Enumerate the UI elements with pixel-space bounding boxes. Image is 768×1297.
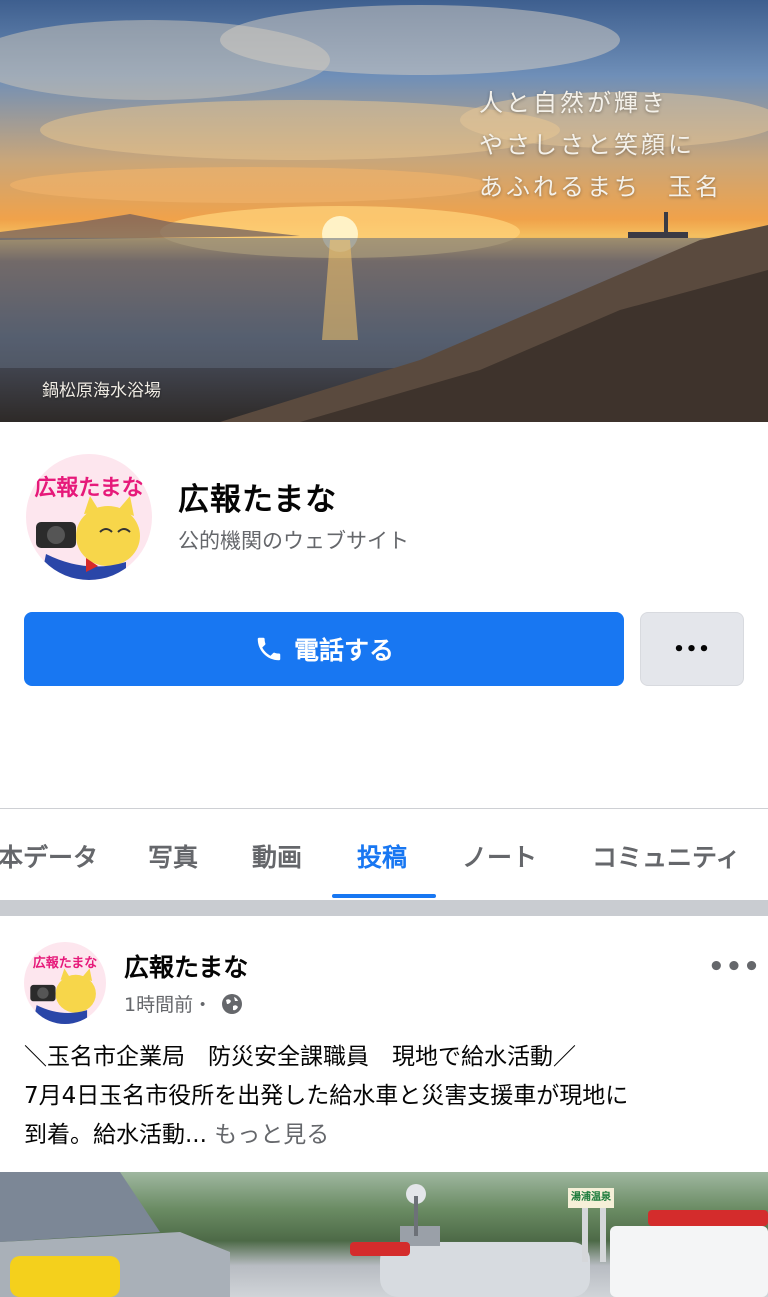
page-tabs: 本データ 写真 動画 投稿 ノート コミュニティ <box>0 810 768 900</box>
phone-icon <box>254 634 284 664</box>
more-options-button[interactable]: ••• <box>640 612 744 686</box>
page-category: 公的機関のウェブサイト <box>178 529 409 553</box>
post-text-line: 到着。給水活動... もっと見る <box>24 1116 744 1155</box>
see-more-link[interactable]: もっと見る <box>214 1122 329 1148</box>
more-icon: ••• <box>673 638 711 660</box>
water-truck-scene <box>0 1172 768 1297</box>
globe-icon <box>220 992 244 1016</box>
sunset-scene <box>0 5 768 422</box>
post-author-name[interactable]: 広報たまな <box>124 948 248 984</box>
slogan-line: やさしさと笑顔に <box>479 131 695 159</box>
post-text-line: 7月4日玉名市役所を出発した給水車と災害支援車が現地に <box>24 1083 629 1109</box>
call-button-label: 電話する <box>293 636 394 665</box>
post-photo[interactable]: 湯浦温泉 <box>0 1172 768 1297</box>
post-time-text: 1時間前・ <box>124 994 213 1016</box>
post-more-icon[interactable]: ••• <box>708 952 761 982</box>
post-text-excerpt: 到着。給水活動... <box>24 1122 207 1148</box>
mascot-icon <box>36 496 140 580</box>
feed-separator <box>0 900 768 916</box>
page-title: 広報たまな <box>178 482 338 518</box>
tab-basic-data[interactable]: 本データ <box>0 838 98 874</box>
divider <box>0 808 768 809</box>
active-tab-indicator <box>332 894 436 898</box>
post-text-line: ＼玉名市企業局 防災安全課職員 現地で給水活動／ <box>24 1044 576 1070</box>
slogan-line: 人と自然が輝き <box>479 89 668 117</box>
tab-notes[interactable]: ノート <box>462 838 537 874</box>
call-button[interactable]: 電話する <box>24 612 624 686</box>
cover-slogan: 人と自然が輝き やさしさと笑顔に あふれるまち 玉名 <box>479 82 722 208</box>
cover-caption: 鍋松原海水浴場 <box>42 381 161 401</box>
post-timestamp: 1時間前・ <box>124 990 244 1017</box>
onsen-sign: 湯浦温泉 <box>571 1192 611 1203</box>
mascot-icon <box>30 968 96 1024</box>
tab-videos[interactable]: 動画 <box>252 838 302 874</box>
cover-photo[interactable]: 人と自然が輝き やさしさと笑顔に あふれるまち 玉名 鍋松原海水浴場 <box>0 0 768 422</box>
tab-community[interactable]: コミュニティ <box>592 838 741 874</box>
slogan-line: あふれるまち 玉名 <box>479 173 722 201</box>
post-text: ＼玉名市企業局 防災安全課職員 現地で給水活動／ 7月4日玉名市役所を出発した給… <box>24 1038 744 1155</box>
tab-posts[interactable]: 投稿 <box>357 838 407 874</box>
tab-photos[interactable]: 写真 <box>148 838 198 874</box>
post-author-avatar[interactable]: 広報たまな <box>24 942 106 1024</box>
profile-avatar[interactable]: 広報たまな <box>24 452 154 582</box>
